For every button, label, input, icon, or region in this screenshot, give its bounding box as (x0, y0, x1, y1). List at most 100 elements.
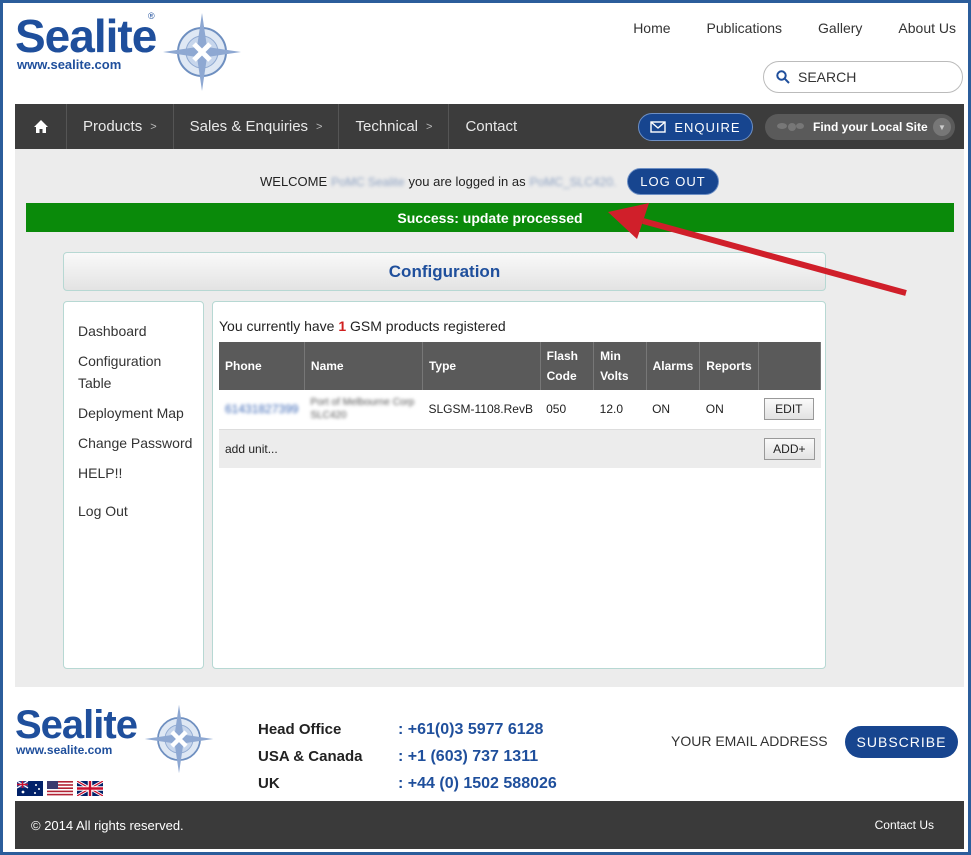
find-local-site-dropdown[interactable]: Find your Local Site ▼ (765, 114, 955, 140)
office-phone[interactable]: : +44 (0) 1502 588026 (398, 775, 557, 793)
uk-flag-icon[interactable] (77, 781, 103, 796)
edit-button[interactable]: EDIT (764, 398, 814, 421)
subscribe-button[interactable]: SUBSCRIBE (845, 726, 958, 758)
nav-contact[interactable]: Contact (449, 104, 533, 149)
office-contacts: Head Office : +61(0)3 5977 6128 USA & Can… (258, 716, 557, 797)
footer-bar: © 2014 All rights reserved. Contact Us (15, 801, 964, 849)
nav-sales-enquiries[interactable]: Sales & Enquiries > (174, 104, 340, 149)
search-icon (776, 70, 790, 84)
cell-name: Port of Melbourne Corp SLC420 (304, 390, 423, 430)
count-prefix: You currently have (219, 318, 335, 334)
office-phone[interactable]: : +1 (603) 737 1311 (398, 748, 538, 766)
cell-min-volts: 12.0 (593, 390, 647, 430)
sealite-logo[interactable]: Sealite ® www.sealite.com (15, 10, 241, 91)
office-row: UK : +44 (0) 1502 588026 (258, 770, 557, 797)
australia-flag-icon[interactable] (17, 781, 43, 796)
cell-phone[interactable]: 61431827399 (219, 390, 305, 430)
welcome-prefix: WELCOME (260, 174, 328, 189)
email-placeholder: YOUR EMAIL ADDRESS (671, 733, 828, 749)
sidebar-item-configuration-table[interactable]: Configuration Table (78, 350, 178, 394)
office-row: Head Office : +61(0)3 5977 6128 (258, 716, 557, 743)
cell-add-action: ADD+ (758, 429, 821, 468)
find-site-label: Find your Local Site (813, 120, 928, 134)
search-input[interactable]: SEARCH (763, 61, 963, 93)
col-alarms: Alarms (646, 342, 701, 390)
product-count: 1 (338, 318, 347, 334)
nav-home[interactable]: Home (633, 20, 670, 36)
footer-logo-url: www.sealite.com (16, 743, 113, 757)
compass-icon (163, 13, 241, 91)
account-sidebar: Dashboard Configuration Table Deployment… (63, 301, 204, 669)
world-map-icon (777, 123, 804, 131)
sidebar-item-log-out[interactable]: Log Out (78, 500, 203, 522)
products-table: Phone Name Type Flash Code Min Volts Ala… (219, 342, 822, 468)
cell-flash-code: 050 (540, 390, 594, 430)
col-flash-code: Flash Code (540, 342, 595, 390)
table-row: 61431827399 Port of Melbourne Corp SLC42… (219, 390, 821, 430)
copyright-text: © 2014 All rights reserved. (31, 817, 184, 833)
nav-technical-arrow: > (426, 120, 433, 133)
sidebar-item-help[interactable]: HELP!! (78, 462, 203, 484)
col-reports: Reports (699, 342, 759, 390)
logo-wordmark: Sealite (15, 10, 157, 62)
usa-flag-icon[interactable] (47, 781, 73, 796)
newsletter-email-input[interactable]: YOUR EMAIL ADDRESS (663, 725, 853, 757)
nav-technical-label: Technical (355, 118, 419, 135)
footer-logo-wordmark: Sealite (15, 703, 138, 747)
region-flags (17, 781, 103, 796)
nav-contact-label: Contact (465, 118, 518, 135)
phone-link[interactable]: 61431827399 (225, 402, 298, 416)
nav-products[interactable]: Products > (67, 104, 174, 149)
cell-action: EDIT (758, 390, 821, 430)
configuration-panel: You currently have 1 GSM products regist… (212, 301, 826, 669)
enquire-button[interactable]: ENQUIRE (638, 113, 753, 141)
footer-sealite-logo[interactable]: Sealite www.sealite.com (15, 703, 215, 783)
account-content: WELCOME PoMC Sealite you are logged in a… (15, 149, 964, 687)
sidebar-item-change-password[interactable]: Change Password (78, 432, 203, 454)
contact-us-link[interactable]: Contact Us (875, 818, 934, 832)
office-row: USA & Canada: +1 (603) 737 1311 (258, 743, 557, 770)
logo-url: www.sealite.com (17, 57, 122, 72)
top-nav: Home Publications Gallery About Us (633, 20, 956, 36)
nav-products-label: Products (83, 118, 143, 135)
add-unit-text: add unit... (219, 429, 759, 468)
nav-products-arrow: > (150, 120, 157, 133)
col-type: Type (422, 342, 541, 390)
logged-in-text: you are logged in as (408, 174, 526, 189)
chevron-down-icon: ▼ (933, 118, 951, 136)
table-header-row: Phone Name Type Flash Code Min Volts Ala… (219, 342, 822, 390)
office-label: UK (258, 775, 280, 792)
home-button[interactable] (15, 104, 67, 149)
enquire-label: ENQUIRE (674, 119, 741, 135)
home-icon (33, 120, 48, 133)
footer-compass-icon (144, 704, 214, 774)
unit-name: Port of Melbourne Corp SLC420 (310, 397, 415, 422)
col-name: Name (304, 342, 423, 390)
cell-type: SLGSM-1108.RevB (422, 390, 541, 430)
count-suffix: GSM products registered (350, 318, 506, 334)
nav-technical[interactable]: Technical > (339, 104, 450, 149)
office-label: Head Office (258, 721, 342, 738)
col-min-volts: Min Volts (593, 342, 647, 390)
configuration-title: Configuration (63, 252, 826, 291)
sidebar-item-deployment-map[interactable]: Deployment Map (78, 402, 203, 424)
add-unit-row: add unit... ADD+ (219, 429, 821, 468)
nav-publications[interactable]: Publications (707, 20, 783, 36)
success-banner: Success: update processed (26, 203, 954, 232)
product-count-text: You currently have 1 GSM products regist… (219, 318, 506, 334)
sidebar-item-dashboard[interactable]: Dashboard (78, 320, 203, 342)
nav-gallery[interactable]: Gallery (818, 20, 862, 36)
nav-about-us[interactable]: About Us (898, 20, 956, 36)
registered-mark: ® (148, 11, 155, 21)
logout-button[interactable]: LOG OUT (627, 168, 719, 195)
search-placeholder: SEARCH (798, 69, 857, 85)
nav-sales-arrow: > (316, 120, 323, 133)
welcome-line: WELCOME PoMC Sealite you are logged in a… (260, 174, 616, 189)
envelope-icon (650, 121, 667, 133)
col-actions (758, 342, 822, 390)
welcome-user-name: PoMC Sealite (331, 174, 405, 189)
cell-reports: ON (699, 390, 759, 430)
add-button[interactable]: ADD+ (764, 437, 815, 460)
office-phone[interactable]: : +61(0)3 5977 6128 (398, 721, 543, 739)
cell-alarms: ON (646, 390, 700, 430)
